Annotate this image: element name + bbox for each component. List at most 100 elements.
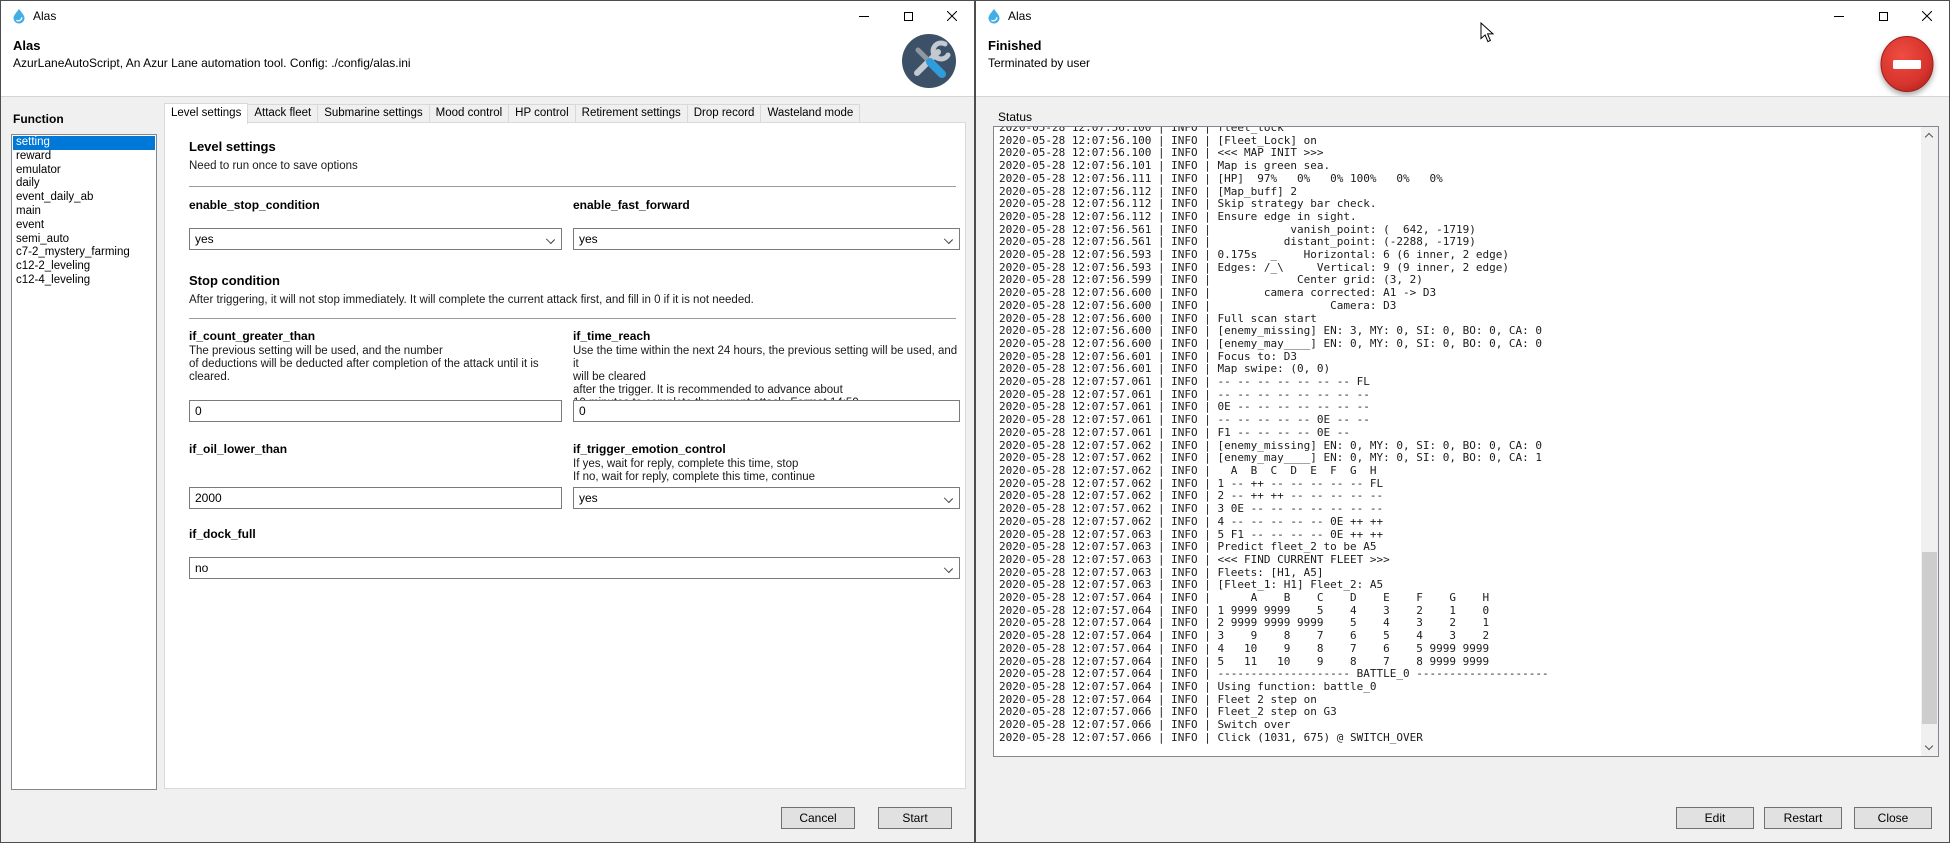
chevron-down-icon [944, 494, 953, 503]
alas-app-icon [11, 8, 27, 24]
log-line: 2020-05-28 12:07:57.063 | INFO | <<< FIN… [999, 554, 1920, 567]
titlebar[interactable]: Alas [976, 1, 1949, 31]
run-status-subtitle: Terminated by user [988, 56, 1090, 70]
tab-wasteland-mode[interactable]: Wasteland mode [760, 104, 860, 123]
log-line: 2020-05-28 12:07:57.061 | INFO | F1 -- -… [999, 427, 1920, 440]
if-trigger-emotion-control-value: yes [579, 491, 598, 505]
titlebar[interactable]: Alas [1, 1, 974, 31]
tab-drop-record[interactable]: Drop record [687, 104, 762, 123]
log-line: 2020-05-28 12:07:56.111 | INFO | [HP] 97… [999, 173, 1920, 186]
log-body: Status 2020-05-28 12:07:56.100 | INFO | … [976, 96, 1949, 842]
status-label: Status [998, 110, 1032, 124]
tab-hp-control[interactable]: HP control [508, 104, 575, 123]
tab-submarine-settings[interactable]: Submarine settings [317, 104, 429, 123]
start-button[interactable]: Start [878, 807, 952, 829]
log-line: 2020-05-28 12:07:57.064 | INFO | Using f… [999, 681, 1920, 694]
config-title: Alas [13, 38, 40, 53]
chevron-down-icon [944, 564, 953, 573]
close-button[interactable] [930, 1, 974, 31]
log-line: 2020-05-28 12:07:57.061 | INFO | -- -- -… [999, 414, 1920, 427]
log-scrollbar[interactable] [1921, 127, 1938, 756]
log-box[interactable]: 2020-05-28 12:07:56.100 | INFO | fleet_l… [993, 126, 1939, 757]
log-line: 2020-05-28 12:07:56.112 | INFO | Ensure … [999, 211, 1920, 224]
function-item-daily[interactable]: daily [13, 177, 155, 191]
scrollbar-thumb[interactable] [1922, 552, 1937, 724]
config-body: Function settingrewardemulatordailyevent… [1, 96, 974, 842]
run-status-header: Finished Terminated by user [976, 31, 1949, 96]
edit-button[interactable]: Edit [1676, 807, 1754, 829]
function-item-c12-4_leveling[interactable]: c12-4_leveling [13, 274, 155, 288]
close-button[interactable] [1905, 1, 1949, 31]
if-time-reach-input[interactable] [573, 400, 960, 422]
function-item-main[interactable]: main [13, 205, 155, 219]
minimize-icon [859, 16, 869, 17]
log-output: 2020-05-28 12:07:56.100 | INFO | fleet_l… [999, 126, 1920, 744]
tab-attack-fleet[interactable]: Attack fleet [247, 104, 318, 123]
if-count-greater-than-label: if_count_greater_than [189, 329, 315, 343]
if-count-greater-than-input[interactable] [189, 400, 562, 422]
if-trigger-emotion-control-select[interactable]: yes [573, 487, 960, 509]
if-dock-full-value: no [195, 561, 208, 575]
maximize-button[interactable] [886, 1, 930, 31]
enable-fast-forward-label: enable_fast_forward [573, 198, 690, 212]
enable-fast-forward-select[interactable]: yes [573, 228, 960, 250]
window-controls [842, 1, 974, 31]
tab-strip: Level settingsAttack fleetSubmarine sett… [164, 102, 859, 123]
run-status-title: Finished [988, 38, 1041, 53]
restart-button[interactable]: Restart [1764, 807, 1842, 829]
close-run-button[interactable]: Close [1854, 807, 1932, 829]
scroll-down-icon[interactable] [1921, 739, 1938, 756]
function-listbox[interactable]: settingrewardemulatordailyevent_daily_ab… [11, 134, 157, 790]
function-item-c7-2_mystery_farming[interactable]: c7-2_mystery_farming [13, 246, 155, 260]
function-item-event_daily_ab[interactable]: event_daily_ab [13, 191, 155, 205]
enable-fast-forward-value: yes [579, 232, 598, 246]
log-line: 2020-05-28 12:07:57.066 | INFO | Switch … [999, 719, 1920, 732]
function-item-reward[interactable]: reward [13, 150, 155, 164]
close-icon [947, 11, 957, 21]
tab-retirement-settings[interactable]: Retirement settings [575, 104, 688, 123]
section-stop-condition-title: Stop condition [189, 273, 280, 288]
alas-app-icon [986, 8, 1002, 24]
section-level-settings-title: Level settings [189, 139, 276, 154]
function-item-setting[interactable]: setting [13, 136, 155, 150]
tab-mood-control[interactable]: Mood control [429, 104, 509, 123]
log-line: 2020-05-28 12:07:56.600 | INFO | camera … [999, 287, 1920, 300]
log-line: 2020-05-28 12:07:57.062 | INFO | 4 -- --… [999, 516, 1920, 529]
log-line: 2020-05-28 12:07:57.062 | INFO | A B C D… [999, 465, 1920, 478]
divider [189, 318, 956, 319]
cancel-button[interactable]: Cancel [781, 807, 855, 829]
if-oil-lower-than-label: if_oil_lower_than [189, 442, 287, 456]
log-line: 2020-05-28 12:07:57.062 | INFO | 3 0E --… [999, 503, 1920, 516]
log-line: 2020-05-28 12:07:57.064 | INFO | 3 9 8 7… [999, 630, 1920, 643]
alas-log-window: Alas Finished Terminated by user Status … [975, 0, 1950, 843]
log-line: 2020-05-28 12:07:56.593 | INFO | 0.175s … [999, 249, 1920, 262]
if-dock-full-select[interactable]: no [189, 557, 960, 579]
function-item-c12-2_leveling[interactable]: c12-2_leveling [13, 260, 155, 274]
log-line: 2020-05-28 12:07:57.064 | INFO | 4 10 9 … [999, 643, 1920, 656]
minimize-button[interactable] [1817, 1, 1861, 31]
section-level-settings-subtitle: Need to run once to save options [189, 160, 358, 172]
config-subtitle: AzurLaneAutoScript, An Azur Lane automat… [13, 56, 411, 70]
tab-level-settings[interactable]: Level settings [164, 103, 248, 124]
tools-icon [901, 33, 957, 89]
if-dock-full-label: if_dock_full [189, 527, 256, 541]
window-controls [1817, 1, 1949, 31]
log-line: 2020-05-28 12:07:56.600 | INFO | Camera:… [999, 300, 1920, 313]
minimize-button[interactable] [842, 1, 886, 31]
stop-sign-icon [1879, 36, 1935, 92]
titlebar-app-name: Alas [1008, 9, 1031, 23]
enable-stop-condition-label: enable_stop_condition [189, 198, 320, 212]
maximize-icon [904, 12, 913, 21]
if-oil-lower-than-input[interactable] [189, 487, 562, 509]
function-item-emulator[interactable]: emulator [13, 164, 155, 178]
if-time-reach-label: if_time_reach [573, 329, 650, 343]
enable-stop-condition-select[interactable]: yes [189, 228, 562, 250]
scroll-up-icon[interactable] [1921, 127, 1938, 144]
function-item-event[interactable]: event [13, 219, 155, 233]
function-item-semi_auto[interactable]: semi_auto [13, 233, 155, 247]
log-line: 2020-05-28 12:07:57.063 | INFO | Predict… [999, 541, 1920, 554]
alas-config-window: Alas Alas AzurLaneAutoScript, An Azur La… [0, 0, 975, 843]
maximize-button[interactable] [1861, 1, 1905, 31]
function-label: Function [13, 112, 64, 126]
chevron-down-icon [546, 235, 555, 244]
